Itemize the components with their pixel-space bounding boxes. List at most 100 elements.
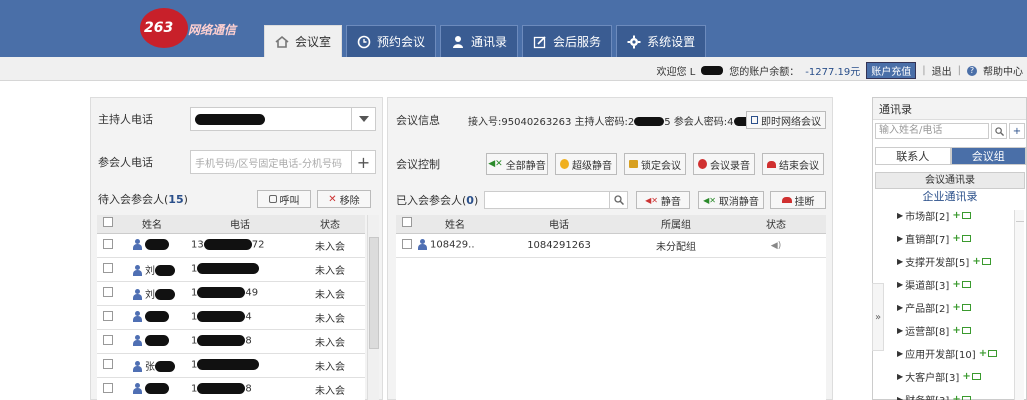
add-icon[interactable]: + bbox=[351, 151, 375, 173]
message-icon[interactable] bbox=[981, 258, 991, 265]
row-checkbox[interactable] bbox=[103, 238, 113, 249]
expand-arrow-icon[interactable]: ▶ bbox=[897, 326, 903, 335]
tab-system-settings[interactable]: 系统设置 bbox=[616, 25, 707, 57]
instant-web-meeting-button[interactable]: 即时网络会议 bbox=[746, 111, 826, 129]
table-row[interactable]: 13 72 未入会 bbox=[97, 233, 365, 258]
help-link[interactable]: 帮助中心 bbox=[983, 63, 1023, 78]
speaker-icon[interactable]: ◀) bbox=[771, 241, 781, 251]
expand-arrow-icon[interactable]: ▶ bbox=[897, 372, 903, 381]
tab-after-service[interactable]: 会后服务 bbox=[522, 25, 613, 57]
row-checkbox[interactable] bbox=[402, 238, 412, 249]
table-row[interactable]: 张 1 未入会 bbox=[97, 353, 365, 378]
expand-arrow-icon[interactable]: ▶ bbox=[897, 257, 903, 266]
add-group-icon[interactable]: + bbox=[952, 210, 960, 221]
clock-icon bbox=[357, 35, 371, 48]
message-icon[interactable] bbox=[988, 350, 998, 357]
table-row[interactable]: 1 8 未入会 bbox=[97, 377, 365, 400]
mute-all-button[interactable]: ◀✕ 全部静音 bbox=[486, 153, 548, 175]
table-row[interactable]: 刘 1 49 未入会 bbox=[97, 281, 365, 306]
message-icon[interactable] bbox=[961, 212, 971, 219]
brand-logo: 263 网络通信 bbox=[140, 8, 250, 48]
add-group-icon[interactable]: + bbox=[952, 302, 960, 313]
tree-item-department[interactable]: ▶ 市场部[2] + bbox=[873, 204, 1026, 227]
row-checkbox[interactable] bbox=[103, 286, 113, 297]
end-meeting-button[interactable]: 结束会议 bbox=[762, 153, 824, 175]
add-group-icon[interactable]: + bbox=[952, 394, 960, 400]
row-checkbox[interactable] bbox=[103, 382, 113, 393]
waiting-scrollbar[interactable] bbox=[367, 215, 379, 400]
expand-arrow-icon[interactable]: ▶ bbox=[897, 303, 903, 312]
balance-value: -1277.19元 bbox=[805, 67, 861, 78]
meeting-info-text: 接入号:95040263263 主持人密码:25 参会人密码:43 bbox=[468, 113, 764, 128]
recharge-button[interactable]: 账户充值 bbox=[866, 62, 917, 79]
message-icon[interactable] bbox=[961, 235, 971, 242]
participant-name: 刘 bbox=[145, 289, 155, 301]
chevron-down-icon[interactable] bbox=[351, 108, 375, 130]
speaker-icon: ◀✕ bbox=[703, 195, 716, 205]
message-icon[interactable] bbox=[971, 373, 981, 380]
table-row[interactable]: 1 4 未入会 bbox=[97, 305, 365, 330]
expand-arrow-icon[interactable]: ▶ bbox=[897, 280, 903, 289]
tab-schedule-meeting[interactable]: 预约会议 bbox=[346, 25, 437, 57]
collapse-panel-toggle[interactable]: » bbox=[872, 283, 884, 351]
add-group-icon[interactable]: + bbox=[952, 325, 960, 336]
participant-phone-input[interactable]: 手机号码/区号固定电话-分机号码 + bbox=[190, 150, 376, 174]
tree-item-department[interactable]: ▶ 应用开发部[10] + bbox=[873, 342, 1026, 365]
joined-title: 已入会参会人(0) bbox=[396, 194, 479, 207]
message-icon[interactable] bbox=[961, 304, 971, 311]
add-group-icon[interactable]: + bbox=[962, 371, 970, 382]
tab-contacts[interactable]: 通讯录 bbox=[440, 25, 519, 57]
table-row[interactable]: 刘 1 未入会 bbox=[97, 257, 365, 282]
logout-link[interactable]: 退出 bbox=[932, 63, 952, 78]
message-icon[interactable] bbox=[961, 281, 971, 288]
joined-search-input[interactable] bbox=[484, 191, 628, 209]
tab-contacts-list[interactable]: 联系人 bbox=[875, 147, 951, 165]
hangup-icon bbox=[767, 160, 776, 168]
add-group-icon[interactable]: + bbox=[952, 279, 960, 290]
tree-item-department[interactable]: ▶ 产品部[2] + bbox=[873, 296, 1026, 319]
add-group-icon[interactable]: + bbox=[979, 348, 987, 359]
message-icon[interactable] bbox=[961, 327, 971, 334]
tree-item-department[interactable]: ▶ 大客户部[3] + bbox=[873, 365, 1026, 388]
remove-button[interactable]: ✕ 移除 bbox=[317, 190, 371, 208]
expand-arrow-icon[interactable]: ▶ bbox=[897, 349, 903, 358]
record-meeting-button[interactable]: 会议录音 bbox=[693, 153, 755, 175]
expand-arrow-icon[interactable]: ▶ bbox=[897, 211, 903, 220]
tab-meeting-room[interactable]: 会议室 bbox=[264, 25, 343, 57]
mute-button[interactable]: ◀✕ 静音 bbox=[636, 191, 690, 209]
add-group-icon[interactable]: + bbox=[952, 233, 960, 244]
tree-item-department[interactable]: ▶ 渠道部[3] + bbox=[873, 273, 1026, 296]
row-checkbox[interactable] bbox=[103, 262, 113, 273]
row-checkbox[interactable] bbox=[103, 310, 113, 321]
row-checkbox[interactable] bbox=[103, 358, 113, 369]
tree-item-department[interactable]: ▶ 直销部[7] + bbox=[873, 227, 1026, 250]
tree-item-department[interactable]: ▶ 支撑开发部[5] + bbox=[873, 250, 1026, 273]
balance-label: 您的账户余额： bbox=[729, 67, 800, 78]
message-icon[interactable] bbox=[961, 396, 971, 400]
tree-item-department[interactable]: ▶财务部[3]+ bbox=[873, 388, 1026, 400]
unmute-button[interactable]: ◀✕ 取消静音 bbox=[698, 191, 764, 209]
addressbook-scrollbar[interactable] bbox=[1014, 210, 1024, 400]
call-button[interactable]: 呼叫 bbox=[257, 190, 311, 208]
section-enterprise-addressbook[interactable]: 企业通讯录 bbox=[875, 189, 1025, 204]
hangup-button[interactable]: 挂断 bbox=[770, 191, 826, 209]
section-meeting-addressbook[interactable]: 会议通讯录 bbox=[875, 172, 1025, 189]
select-all-checkbox[interactable] bbox=[103, 217, 113, 228]
tab-meeting-groups[interactable]: 会议组 bbox=[950, 147, 1026, 165]
lock-meeting-button[interactable]: 锁定会议 bbox=[624, 153, 686, 175]
tree-item-department[interactable]: ▶ 运营部[8] + bbox=[873, 319, 1026, 342]
host-phone-field[interactable] bbox=[190, 107, 376, 131]
super-mute-button[interactable]: 超级静音 bbox=[555, 153, 617, 175]
table-row[interactable]: 108429.. 1084291263 未分配组 ◀) bbox=[396, 233, 826, 258]
add-group-icon[interactable]: + bbox=[972, 256, 980, 267]
table-row[interactable]: 1 8 未入会 bbox=[97, 329, 365, 354]
expand-arrow-icon[interactable]: ▶ bbox=[897, 234, 903, 243]
select-all-joined-checkbox[interactable] bbox=[402, 217, 412, 228]
gear-icon bbox=[627, 35, 641, 48]
search-icon[interactable] bbox=[991, 123, 1007, 139]
add-contact-icon[interactable]: + bbox=[1009, 123, 1025, 139]
row-checkbox[interactable] bbox=[103, 334, 113, 345]
address-search-input[interactable]: 输入姓名/电话 bbox=[875, 123, 989, 139]
expand-arrow-icon[interactable]: ▶ bbox=[897, 395, 903, 400]
search-icon[interactable] bbox=[609, 192, 627, 208]
